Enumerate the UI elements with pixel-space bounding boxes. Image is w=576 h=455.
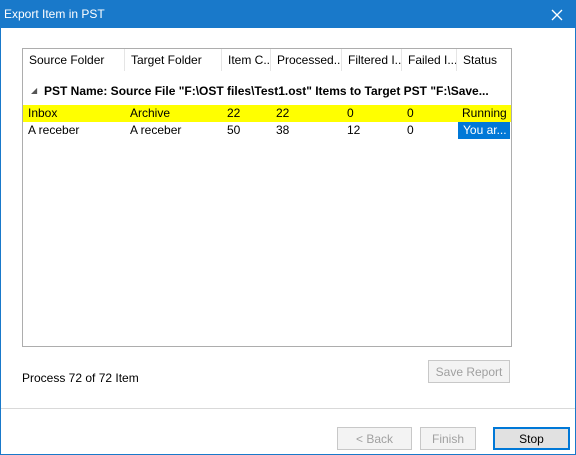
cell-filtered: 12 [347, 123, 361, 137]
cell-status: Running [462, 106, 507, 120]
cell-source-folder: Inbox [28, 106, 58, 120]
stop-button[interactable]: Stop [493, 427, 570, 450]
export-items-grid[interactable]: Source Folder Target Folder Item C... Pr… [22, 48, 512, 347]
table-row[interactable]: A receber A receber 50 38 12 0 You ar... [23, 122, 511, 139]
finish-button[interactable]: Finish [420, 427, 476, 450]
cell-status: You ar... [458, 122, 510, 139]
column-header-failed[interactable]: Failed I... [402, 49, 457, 71]
export-dialog: Export Item in PST Source Folder Target … [0, 0, 576, 455]
cell-source-folder: A receber [28, 123, 80, 137]
column-header-item-count[interactable]: Item C... [222, 49, 271, 71]
cell-failed: 0 [407, 106, 414, 120]
window-title: Export Item in PST [4, 7, 105, 21]
title-bar: Export Item in PST [1, 1, 575, 28]
column-header-processed[interactable]: Processed... [271, 49, 342, 71]
column-header-source-folder[interactable]: Source Folder [23, 49, 125, 71]
footer-separator [1, 408, 575, 409]
column-header-status[interactable]: Status [457, 49, 511, 71]
grid-header: Source Folder Target Folder Item C... Pr… [23, 49, 511, 71]
save-report-button[interactable]: Save Report [428, 360, 510, 383]
cell-target-folder: A receber [130, 123, 182, 137]
column-header-filtered[interactable]: Filtered I... [342, 49, 402, 71]
close-button[interactable] [539, 1, 575, 28]
collapse-triangle-icon[interactable]: ◢ [31, 80, 37, 102]
cell-processed: 22 [276, 106, 290, 120]
process-status-label: Process 72 of 72 Item [22, 371, 139, 385]
cell-item-count: 22 [227, 106, 241, 120]
cell-item-count: 50 [227, 123, 241, 137]
group-row-pst[interactable]: ◢ PST Name: Source File "F:\OST files\Te… [23, 80, 511, 102]
cell-processed: 38 [276, 123, 290, 137]
column-header-target-folder[interactable]: Target Folder [125, 49, 222, 71]
table-row[interactable]: Inbox Archive 22 22 0 0 Running [23, 105, 511, 122]
cell-failed: 0 [407, 123, 414, 137]
cell-target-folder: Archive [130, 106, 171, 120]
group-header-text: PST Name: Source File "F:\OST files\Test… [44, 84, 489, 98]
close-icon [551, 9, 563, 20]
cell-filtered: 0 [347, 106, 354, 120]
back-button[interactable]: < Back [337, 427, 412, 450]
